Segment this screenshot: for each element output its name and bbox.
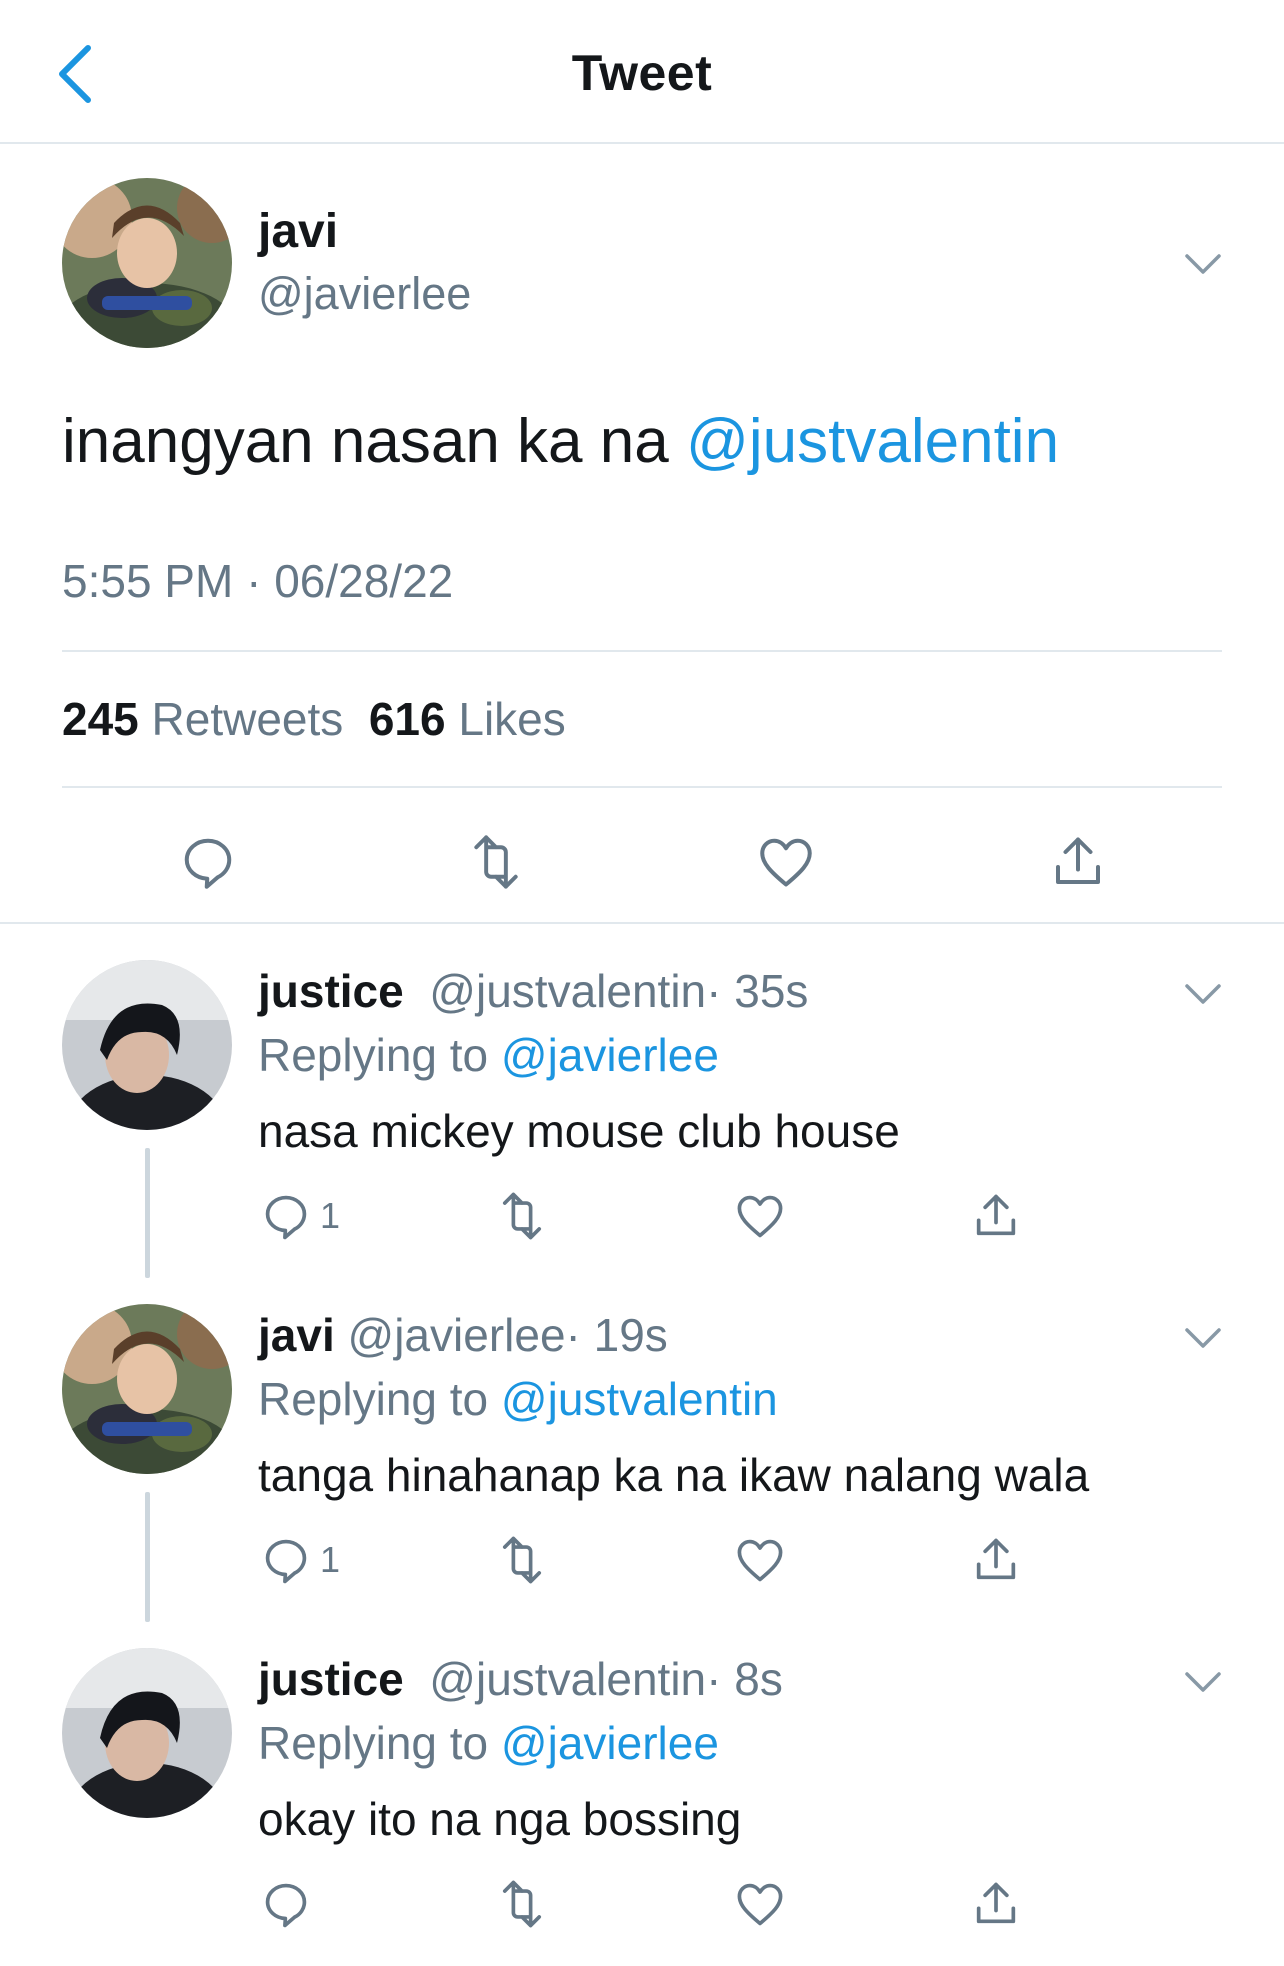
reply-tweet[interactable]: javi @javierlee· 19s Replying to @justva…: [0, 1278, 1284, 1622]
replying-to: Replying to @justvalentin: [258, 1372, 778, 1426]
like-icon: [737, 1539, 783, 1582]
divider: [62, 650, 1222, 652]
share-icon: [976, 1194, 1016, 1236]
share-icon: [976, 1882, 1016, 1924]
mention-link[interactable]: @justvalentin: [501, 1373, 778, 1425]
avatar[interactable]: [62, 960, 232, 1130]
replying-to: Replying to @javierlee: [258, 1716, 719, 1770]
tweet-stats: 245 Retweets 616 Likes: [62, 692, 566, 746]
tweet-actions: 1: [0, 1176, 1284, 1256]
author-handle[interactable]: @justvalentin: [429, 965, 706, 1017]
author-name[interactable]: justice: [258, 965, 404, 1017]
like-button[interactable]: [734, 1176, 786, 1256]
author-name[interactable]: justice: [258, 1653, 404, 1705]
share-button[interactable]: [970, 1520, 1022, 1600]
more-options-button[interactable]: [1178, 244, 1228, 284]
tweet-actions: 1: [0, 1520, 1284, 1600]
tweet-text: nasa mickey mouse club house: [258, 1105, 900, 1157]
avatar[interactable]: [62, 178, 232, 348]
reply-count: 1: [320, 1195, 341, 1236]
like-count[interactable]: 616: [369, 693, 446, 745]
like-icon: [760, 838, 812, 887]
author-handle[interactable]: @javierlee: [258, 268, 471, 320]
reply-button[interactable]: 1: [260, 1176, 340, 1256]
mention-link[interactable]: @javierlee: [501, 1029, 719, 1081]
divider: [62, 786, 1222, 788]
reply-header: justice @justvalentin· 35s: [258, 964, 808, 1018]
more-options-button[interactable]: [1178, 974, 1228, 1014]
tweet-actions: [0, 1864, 1284, 1944]
reply-tweet[interactable]: justice @justvalentin· 35s Replying to @…: [0, 934, 1284, 1278]
chevron-down-icon: [1185, 254, 1221, 274]
chevron-down-icon: [1185, 984, 1221, 1004]
mention-link[interactable]: @javierlee: [501, 1717, 719, 1769]
author-handle[interactable]: @javierlee: [348, 1309, 566, 1361]
main-tweet: javi @javierlee inangyan nasan ka na @ju…: [0, 144, 1284, 924]
author-name[interactable]: javi: [258, 204, 338, 259]
reply-icon: [265, 1883, 307, 1928]
reply-count: 1: [320, 1539, 341, 1580]
replying-label: Replying to: [258, 1373, 501, 1425]
reply-header: javi @javierlee· 19s: [258, 1308, 668, 1362]
tweet-time: · 35s: [706, 965, 809, 1017]
share-icon: [976, 1538, 1016, 1580]
retweet-icon: [502, 1192, 542, 1240]
reply-header: justice @justvalentin· 8s: [258, 1652, 783, 1706]
like-button[interactable]: [734, 1864, 786, 1944]
top-nav-bar: Tweet: [0, 0, 1284, 144]
reply-icon: [265, 1195, 307, 1240]
reply-tweet[interactable]: justice @justvalentin· 8s Replying to @j…: [0, 1622, 1284, 1966]
tweet-time: · 8s: [706, 1653, 783, 1705]
retweet-icon: [474, 835, 518, 889]
like-icon: [737, 1195, 783, 1238]
retweet-button[interactable]: [494, 1176, 550, 1256]
page-title: Tweet: [571, 45, 713, 101]
retweets-label[interactable]: Retweets: [152, 693, 344, 745]
more-options-button[interactable]: [1178, 1662, 1228, 1702]
likes-label[interactable]: Likes: [458, 693, 565, 745]
more-options-button[interactable]: [1178, 1318, 1228, 1358]
mention-link[interactable]: @justvalentin: [686, 407, 1059, 476]
share-button[interactable]: [970, 1176, 1022, 1256]
replying-to: Replying to @javierlee: [258, 1028, 719, 1082]
reply-icon: [184, 838, 232, 889]
tweet-text: inangyan nasan ka na @justvalentin: [62, 406, 1059, 477]
like-icon: [737, 1883, 783, 1926]
tweet-body: inangyan nasan ka na: [62, 407, 686, 476]
like-button[interactable]: [734, 1520, 786, 1600]
tweet-actions: [0, 822, 1284, 902]
retweet-button[interactable]: [494, 1864, 550, 1944]
tweet-time: · 19s: [565, 1309, 668, 1361]
share-icon: [1056, 837, 1100, 884]
reply-icon: [265, 1539, 307, 1584]
retweet-button[interactable]: [464, 822, 528, 902]
author-name[interactable]: javi: [258, 1309, 335, 1361]
retweet-icon: [502, 1880, 542, 1928]
reply-button[interactable]: [178, 822, 238, 902]
reply-button[interactable]: 1: [260, 1520, 340, 1600]
tweet-timestamp: 5:55 PM · 06/28/22: [62, 555, 454, 607]
avatar[interactable]: [62, 1304, 232, 1474]
share-button[interactable]: [970, 1864, 1022, 1944]
like-button[interactable]: [756, 822, 816, 902]
replying-label: Replying to: [258, 1717, 501, 1769]
reply-button[interactable]: [260, 1864, 320, 1944]
chevron-down-icon: [1185, 1328, 1221, 1348]
share-button[interactable]: [1048, 822, 1108, 902]
avatar[interactable]: [62, 1648, 232, 1818]
author-handle[interactable]: @justvalentin: [429, 1653, 706, 1705]
tweet-text: tanga hinahanap ka na ikaw nalang wala: [258, 1449, 1090, 1501]
tweet-text: okay ito na nga bossing: [258, 1793, 742, 1845]
retweet-icon: [502, 1536, 542, 1584]
retweet-count[interactable]: 245: [62, 693, 139, 745]
chevron-down-icon: [1185, 1672, 1221, 1692]
replying-label: Replying to: [258, 1029, 501, 1081]
retweet-button[interactable]: [494, 1520, 550, 1600]
